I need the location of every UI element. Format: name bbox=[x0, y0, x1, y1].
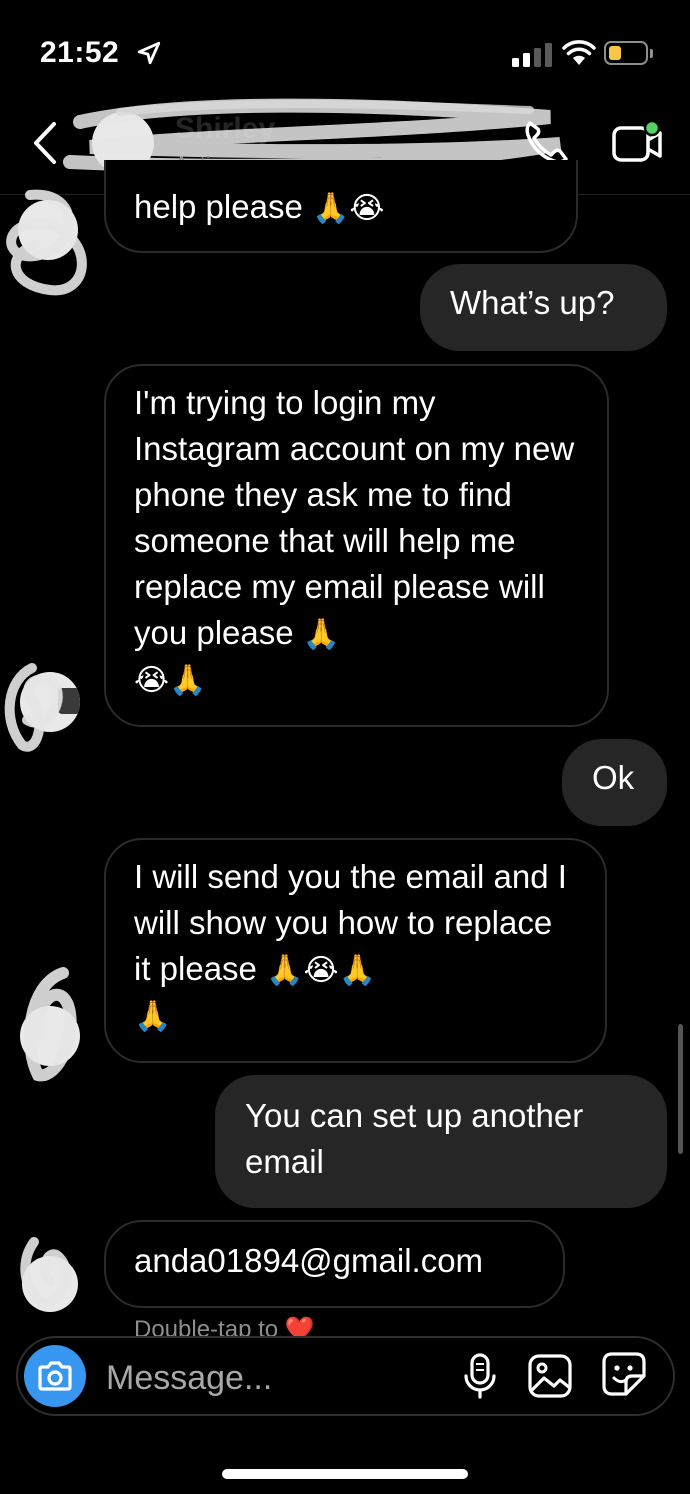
pray-emoji: 🙏 bbox=[134, 1000, 172, 1033]
message-text: You can set up another email bbox=[245, 1097, 584, 1180]
message-bubble-received[interactable]: I will send you the email and I will sho… bbox=[104, 838, 607, 1063]
message-text: anda01894@gmail.com bbox=[134, 1242, 484, 1279]
message-bubble-received[interactable]: I'm trying to login my Instagram account… bbox=[104, 364, 609, 727]
pray-crying-emoji: 🙏😭🙏 bbox=[266, 954, 376, 987]
redaction-scribble bbox=[24, 967, 77, 1082]
message-bubble-sent[interactable]: Ok bbox=[562, 739, 667, 826]
wifi-icon bbox=[562, 40, 596, 65]
redaction-scribble bbox=[20, 1237, 72, 1310]
pray-crying-emoji: 🙏😭 bbox=[311, 192, 385, 225]
cellular-signal-icon bbox=[512, 43, 552, 67]
battery-icon bbox=[604, 41, 648, 65]
camera-icon bbox=[38, 1361, 72, 1391]
video-call-button[interactable] bbox=[606, 116, 666, 170]
pray-emoji: 🙏 bbox=[302, 618, 341, 651]
gallery-button[interactable] bbox=[526, 1352, 574, 1400]
message-text: I'm trying to login my Instagram account… bbox=[134, 384, 575, 651]
message-bubble-received[interactable]: anda01894@gmail.com bbox=[104, 1220, 565, 1308]
redaction-scribble bbox=[4, 663, 63, 752]
location-arrow-icon bbox=[137, 41, 161, 65]
battery-nub bbox=[650, 49, 653, 58]
message-text: Ok bbox=[592, 759, 635, 796]
sticker-button[interactable] bbox=[600, 1350, 648, 1400]
status-time: 21:52 bbox=[40, 36, 120, 69]
microphone-button[interactable] bbox=[462, 1352, 498, 1400]
home-indicator[interactable] bbox=[222, 1469, 468, 1479]
message-text: What’s up? bbox=[450, 284, 615, 321]
message-bubble-received[interactable]: help please 🙏😭 bbox=[104, 160, 578, 253]
camera-button[interactable] bbox=[24, 1345, 86, 1407]
scrollbar[interactable] bbox=[678, 1024, 683, 1154]
message-input[interactable] bbox=[104, 1354, 448, 1402]
crying-pray-emoji: 😭🙏 bbox=[134, 664, 207, 697]
message-bubble-sent[interactable]: You can set up another email bbox=[215, 1075, 667, 1208]
message-bubble-sent[interactable]: What’s up? bbox=[420, 264, 667, 351]
redaction-scribble bbox=[6, 189, 87, 296]
message-text: help please bbox=[134, 188, 303, 225]
